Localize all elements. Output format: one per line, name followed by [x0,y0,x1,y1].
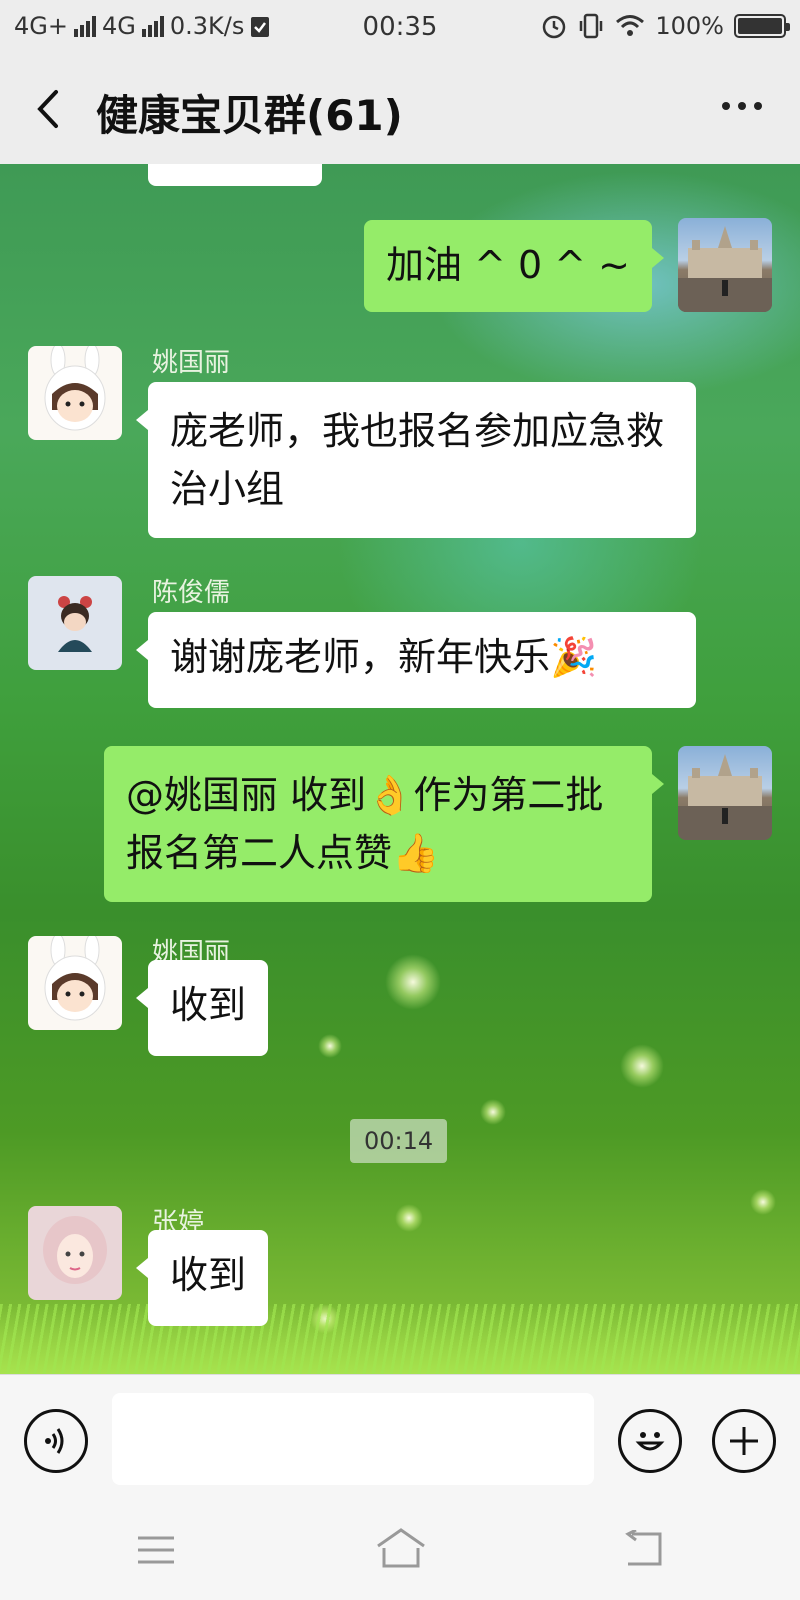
avatar-self[interactable] [678,746,772,840]
message-bubble-outgoing[interactable]: 加油 ^ 0 ^ ~ [363,220,665,312]
clock: 00:35 [362,12,438,42]
chat-header: 健康宝贝群(61) [0,54,800,164]
previous-message-bubble[interactable] [148,164,322,186]
message-bubble-incoming[interactable]: 庞老师，我也报名参加应急救治小组 [136,382,696,538]
message-text: 谢谢庞老师，新年快乐 [170,635,551,679]
message-bubble-outgoing[interactable]: @姚国丽 收到👌作为第二批报名第二人点赞👍 [104,746,664,902]
message-timestamp: 00:14 [350,1119,448,1163]
avatar-yao[interactable] [28,346,122,440]
plus-icon [730,1427,758,1455]
rabbit-girl-avatar-icon [44,346,106,431]
avatar-yao[interactable] [28,936,122,1030]
castle-photo-icon [678,754,772,840]
castle-photo-icon [678,226,772,312]
smiley-icon [635,1432,665,1451]
message-text: 收到 [170,1253,247,1297]
more-button[interactable] [722,102,762,110]
battery-fill [738,18,782,34]
battery-icon [734,14,790,38]
thumbs-up-emoji: 👍 [392,831,440,875]
boy-avatar-icon [58,596,92,652]
party-popper-emoji: 🎉 [550,635,598,679]
rabbit-girl-avatar-icon [44,936,106,1021]
battery-percent: 100% [655,12,724,40]
message-bubble-incoming[interactable]: 谢谢庞老师，新年快乐🎉 [136,612,696,708]
system-navigation-bar [0,1500,800,1600]
status-bar: 4G+ 4G 0.3K/s 00:35 100% [0,0,800,54]
voice-button[interactable] [24,1409,88,1473]
message-text: 庞老师，我也报名参加应急救治小组 [170,409,665,511]
back-button[interactable] [28,84,68,134]
background-light [395,1204,423,1232]
chevron-left-icon [37,90,58,128]
background-grass [0,1304,800,1374]
background-light [480,1099,506,1125]
back-nav-icon[interactable] [622,1530,664,1568]
background-light [750,1189,776,1215]
input-bar [0,1374,800,1500]
background-light [318,1034,342,1058]
home-icon[interactable] [374,1526,428,1570]
emoji-button[interactable] [618,1409,682,1473]
ok-hand-emoji: 👌 [366,773,414,817]
avatar-chen[interactable] [28,576,122,670]
voice-icon [45,1428,64,1454]
sender-name: 陈俊儒 [152,578,231,608]
message-input[interactable] [112,1393,594,1485]
wifi-icon [616,15,645,36]
more-functions-button[interactable] [712,1409,776,1473]
avatar-self[interactable] [678,218,772,312]
alarm-icon [543,15,566,39]
background-light [385,954,441,1010]
chat-title: 健康宝贝群(61) [96,91,403,140]
message-text: @姚国丽 收到 [126,773,367,817]
girl-avatar-icon [43,1216,107,1284]
avatar-zhang[interactable] [28,1206,122,1300]
message-text: 收到 [170,983,247,1027]
message-bubble-incoming[interactable]: 收到 [135,1230,269,1326]
chat-area[interactable]: 加油 ^ 0 ^ ~ 姚国丽 庞老师，我也报名参加应急救治小组 陈俊儒 谢谢庞老… [0,164,800,1374]
vibrate-icon [580,13,603,39]
sender-name: 姚国丽 [152,348,231,378]
more-dots-icon [722,102,730,110]
message-text: 加油 ^ 0 ^ ~ [385,243,630,287]
background-light [620,1044,664,1088]
message-bubble-incoming[interactable]: 收到 [135,960,269,1056]
menu-icon[interactable] [136,1534,176,1566]
